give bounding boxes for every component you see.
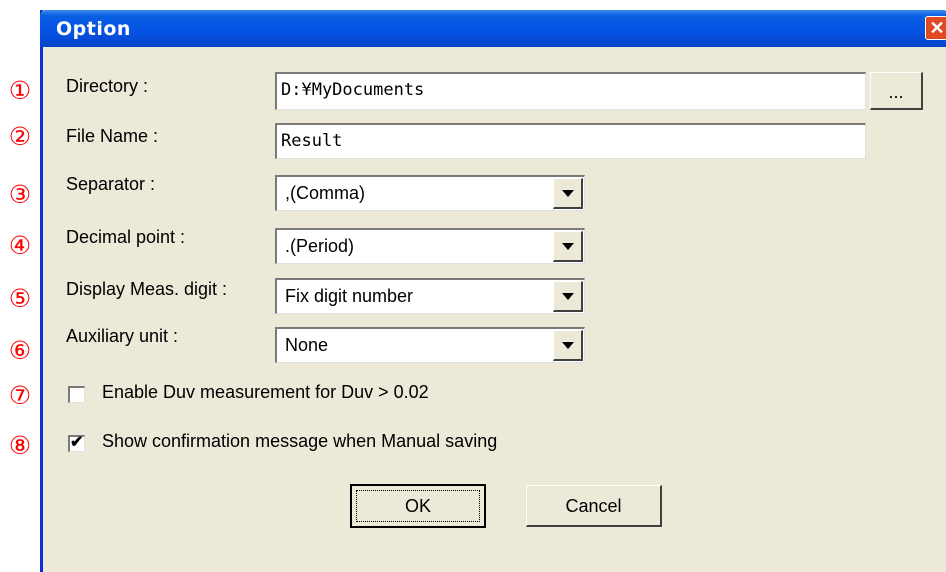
- decimal-point-value: .(Period): [285, 236, 355, 256]
- show-confirm-checkbox[interactable]: ✔: [68, 434, 85, 452]
- callout-3: ③: [8, 180, 32, 209]
- file-name-label: File Name :: [66, 126, 159, 146]
- title-bar[interactable]: Option ✕: [40, 10, 946, 47]
- directory-label: Directory :: [66, 76, 149, 96]
- callout-4: ④: [8, 231, 32, 260]
- chevron-down-icon[interactable]: [553, 330, 583, 361]
- callout-7: ⑦: [8, 381, 32, 410]
- aux-unit-value: None: [285, 335, 329, 355]
- callout-2: ②: [8, 122, 32, 151]
- chevron-down-icon[interactable]: [553, 178, 583, 209]
- check-icon: ✔: [70, 434, 84, 451]
- callout-6: ⑥: [8, 336, 32, 365]
- show-confirm-label[interactable]: Show confirmation message when Manual sa…: [102, 431, 497, 452]
- separator-label: Separator :: [66, 174, 156, 194]
- cancel-button[interactable]: Cancel: [526, 485, 662, 527]
- decimal-point-select[interactable]: .(Period): [275, 228, 585, 264]
- callout-5: ⑤: [8, 284, 32, 313]
- chevron-down-icon[interactable]: [553, 281, 583, 312]
- aux-unit-select[interactable]: None: [275, 327, 585, 363]
- enable-duv-label[interactable]: Enable Duv measurement for Duv > 0.02: [102, 382, 429, 403]
- decimal-point-label: Decimal point :: [66, 227, 186, 247]
- separator-select[interactable]: ,(Comma): [275, 175, 585, 211]
- callout-8: ⑧: [8, 431, 32, 460]
- aux-unit-label: Auxiliary unit :: [66, 326, 179, 346]
- display-digit-label: Display Meas. digit :: [66, 279, 228, 299]
- close-button[interactable]: ✕: [925, 16, 946, 40]
- callout-1: ①: [8, 76, 32, 105]
- enable-duv-checkbox[interactable]: [68, 386, 85, 403]
- ok-button[interactable]: OK: [350, 484, 486, 528]
- display-digit-value: Fix digit number: [285, 286, 414, 306]
- window-title: Option: [56, 18, 131, 40]
- option-dialog: Option ✕ Directory : D:¥MyDocuments ... …: [40, 10, 946, 572]
- browse-button[interactable]: ...: [870, 72, 923, 110]
- file-name-input[interactable]: Result: [275, 123, 866, 159]
- separator-value: ,(Comma): [285, 183, 365, 203]
- close-icon: ✕: [929, 18, 945, 38]
- chevron-down-icon[interactable]: [553, 231, 583, 262]
- directory-input[interactable]: D:¥MyDocuments: [275, 72, 866, 110]
- display-digit-select[interactable]: Fix digit number: [275, 278, 585, 314]
